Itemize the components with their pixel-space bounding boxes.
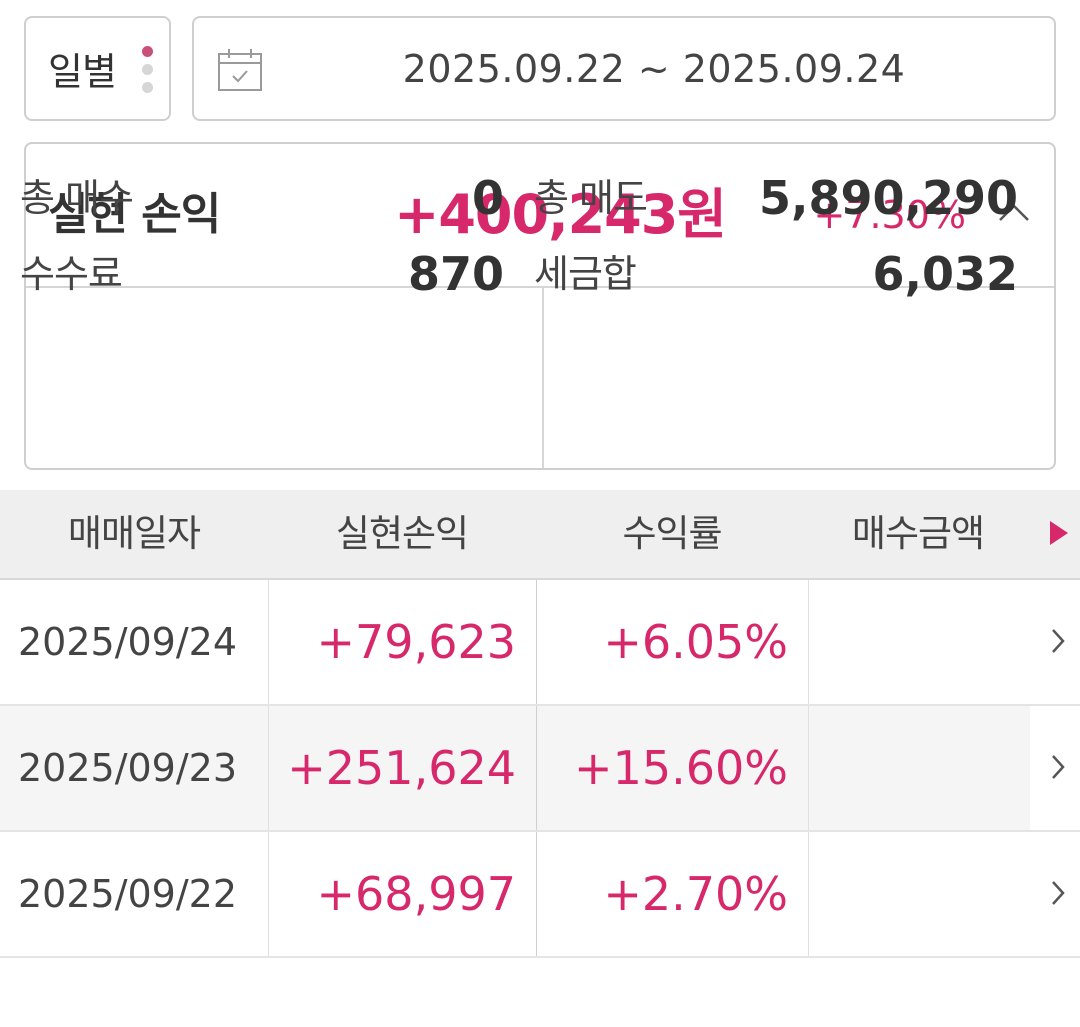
date-range-text: 2025.09.22 ~ 2025.09.24 bbox=[402, 46, 906, 91]
trade-date-cell: 2025/09/24 bbox=[18, 620, 238, 664]
tax-stat: 세금합 6,032 bbox=[534, 244, 1018, 304]
table-row[interactable]: 2025/09/22 +68,997 +2.70% bbox=[0, 832, 1080, 958]
fee-value: 870 bbox=[407, 247, 504, 301]
column-header-buy-amount[interactable]: 매수금액 bbox=[808, 490, 1028, 578]
chevron-right-icon[interactable] bbox=[1050, 878, 1066, 908]
realized-pl-cell: +79,623 bbox=[268, 580, 536, 704]
chevron-right-icon[interactable] bbox=[1050, 626, 1066, 656]
total-buy-label: 총 매수 bbox=[20, 176, 134, 220]
tax-value: 6,032 bbox=[872, 247, 1018, 301]
buy-amount-cell bbox=[808, 706, 1080, 830]
total-sell-stat: 총 매도 5,890,290 bbox=[534, 168, 1018, 228]
return-rate-cell: +6.05% bbox=[536, 580, 808, 704]
return-rate-cell: +2.70% bbox=[536, 832, 808, 956]
table-header: 매매일자 실현손익 수익률 매수금액 bbox=[0, 490, 1080, 580]
trade-date-cell: 2025/09/23 bbox=[18, 746, 238, 790]
kebab-dots-icon bbox=[142, 46, 153, 93]
tax-label: 세금합 bbox=[534, 252, 637, 296]
period-label: 일별 bbox=[48, 50, 117, 94]
summary-stats bbox=[26, 286, 1054, 468]
buy-amount-cell bbox=[808, 580, 1080, 704]
buy-amount-cell bbox=[808, 832, 1080, 956]
calendar-icon bbox=[218, 49, 262, 91]
total-sell-label: 총 매도 bbox=[534, 176, 648, 220]
total-buy-value: 0 bbox=[471, 171, 504, 225]
total-buy-stat: 총 매수 0 bbox=[20, 168, 504, 228]
realized-pl-cell: +251,624 bbox=[268, 706, 536, 830]
column-header-return-rate[interactable]: 수익률 bbox=[536, 490, 808, 578]
realized-pl-cell: +68,997 bbox=[268, 832, 536, 956]
return-rate-cell: +15.60% bbox=[536, 706, 808, 830]
fee-stat: 수수료 870 bbox=[20, 244, 504, 304]
triangle-right-icon[interactable] bbox=[1048, 518, 1070, 548]
table-row[interactable]: 2025/09/24 +79,623 +6.05% bbox=[0, 580, 1080, 706]
column-header-realized-pl[interactable]: 실현손익 bbox=[268, 490, 536, 578]
stats-divider bbox=[542, 286, 544, 468]
trade-date-cell: 2025/09/22 bbox=[18, 872, 238, 916]
period-select-button[interactable]: 일별 bbox=[24, 16, 171, 121]
column-header-trade-date[interactable]: 매매일자 bbox=[0, 490, 268, 578]
chevron-right-icon[interactable] bbox=[1050, 752, 1066, 782]
date-range-picker[interactable]: 2025.09.22 ~ 2025.09.24 bbox=[192, 16, 1056, 121]
fee-label: 수수료 bbox=[20, 252, 123, 296]
total-sell-value: 5,890,290 bbox=[759, 171, 1018, 225]
table-row[interactable]: 2025/09/23 +251,624 +15.60% bbox=[0, 706, 1080, 832]
